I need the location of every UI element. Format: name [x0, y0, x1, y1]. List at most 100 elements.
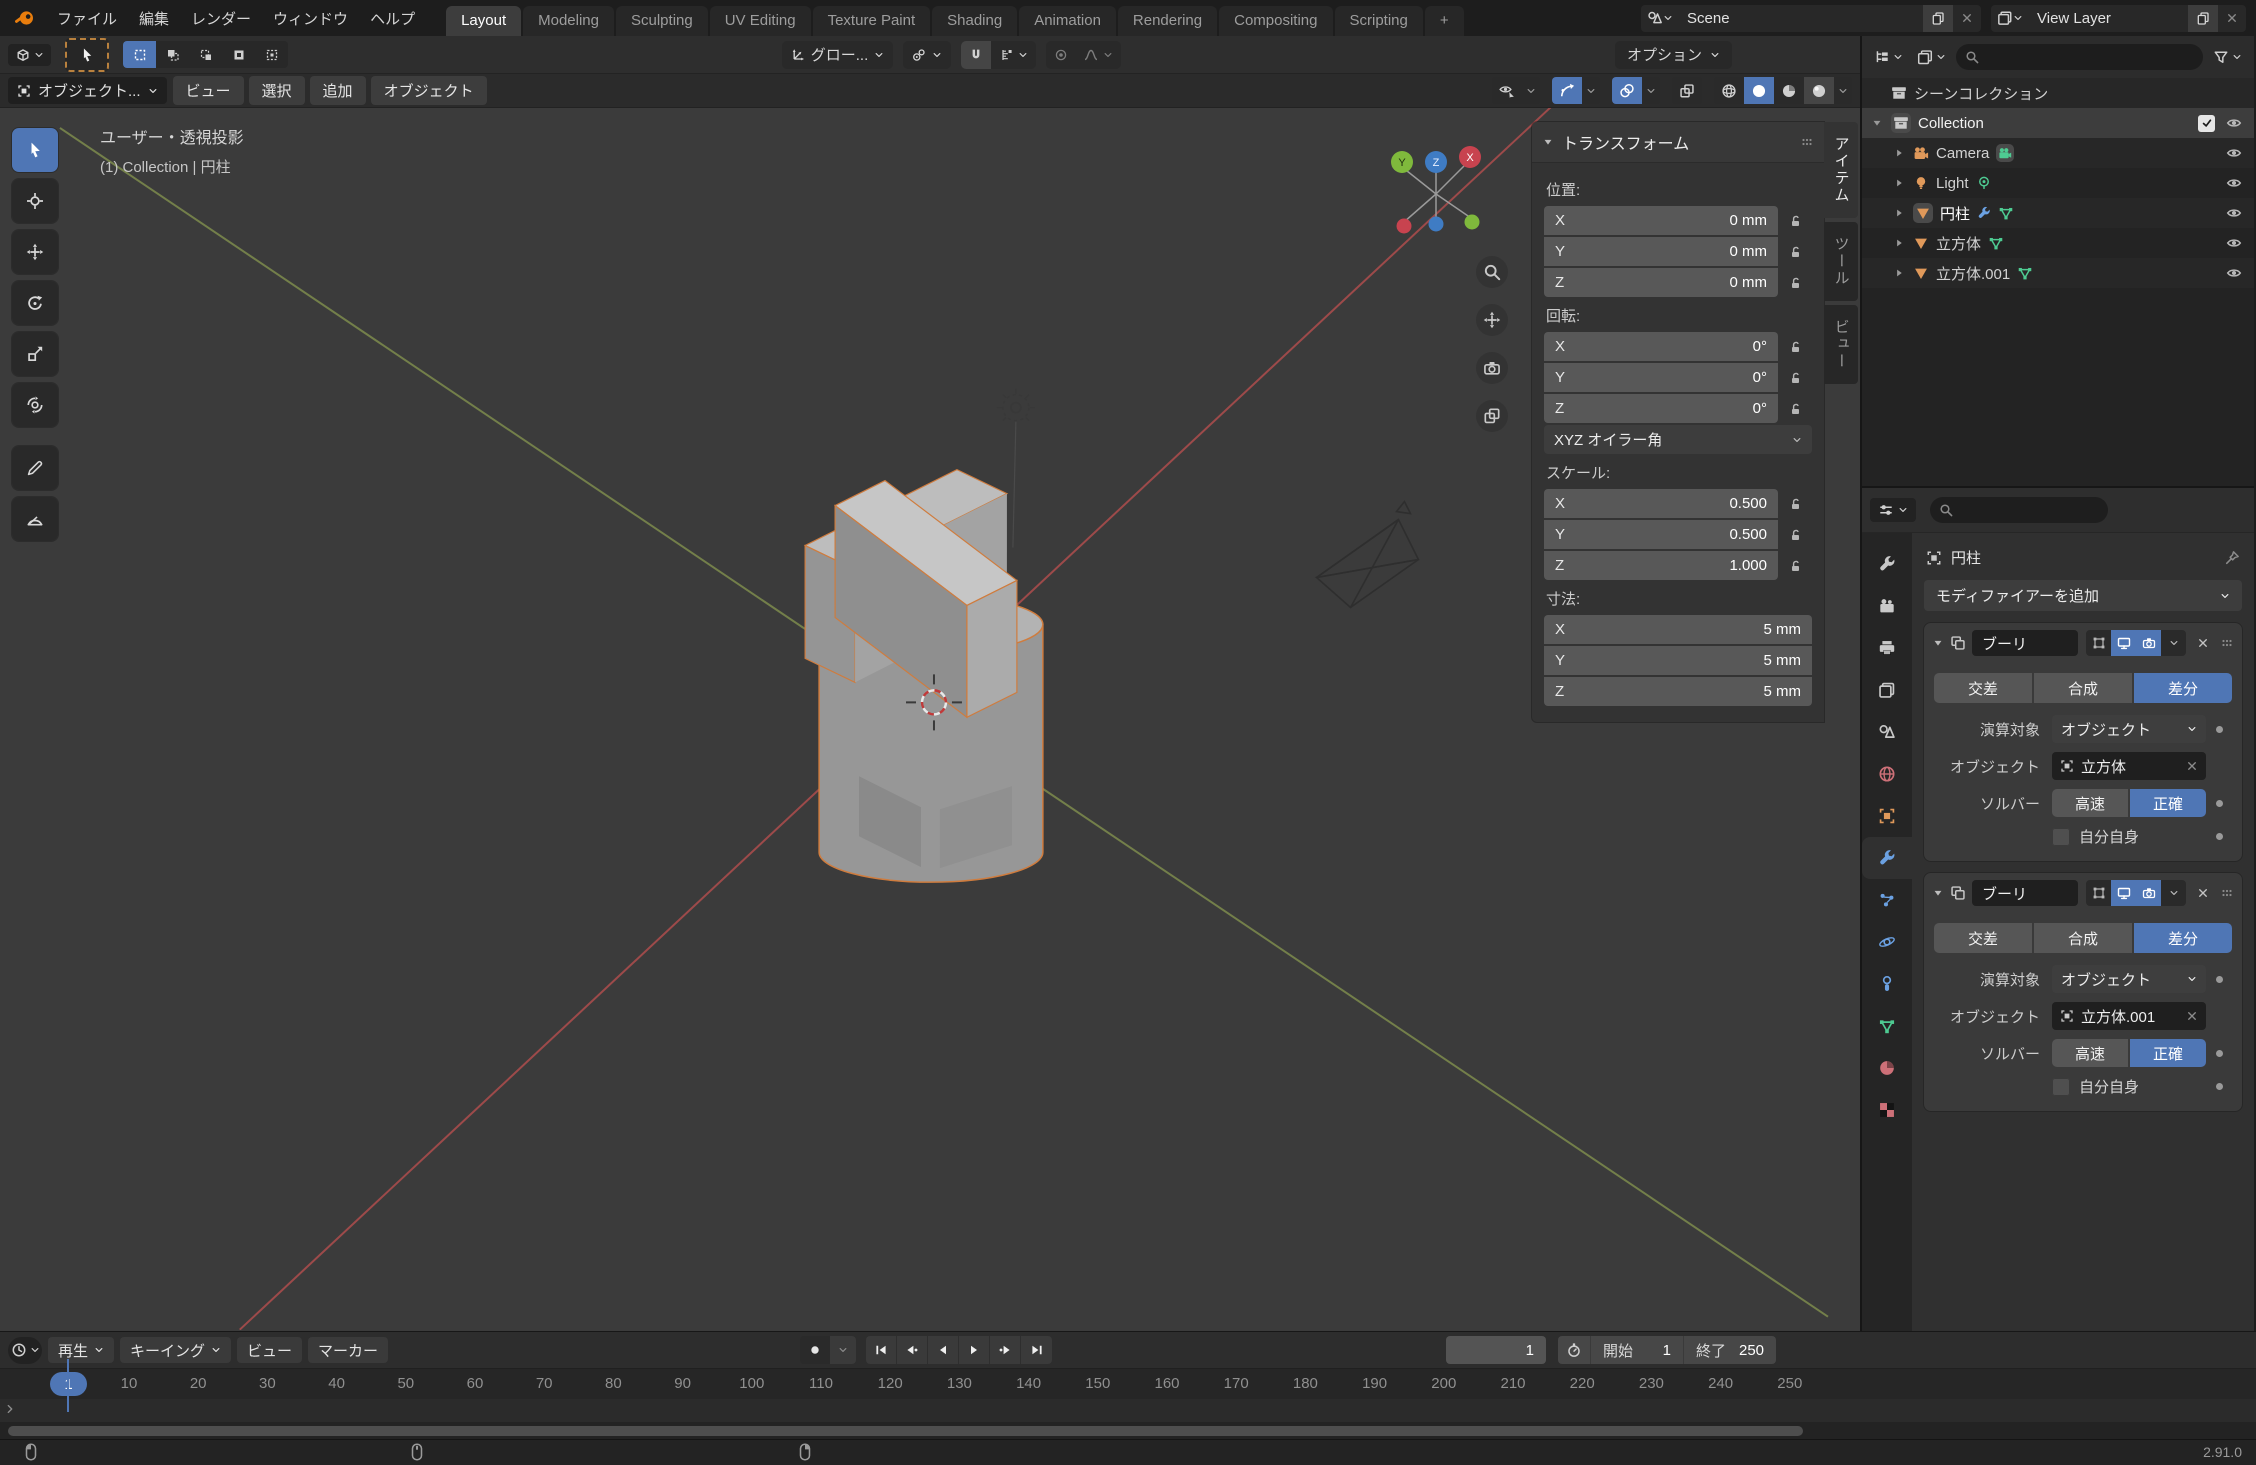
value-field[interactable]: Z 1.000: [1544, 551, 1778, 580]
current-frame-field[interactable]: 1: [1446, 1336, 1546, 1364]
rotation-mode-dropdown[interactable]: XYZ オイラー角: [1544, 425, 1812, 454]
view-layer-selector[interactable]: View Layer: [1991, 4, 2246, 32]
solver-exact-button[interactable]: 正確: [2130, 789, 2206, 817]
animate-dot[interactable]: [2215, 799, 2223, 807]
editor-type-selector[interactable]: [8, 43, 51, 66]
animate-dot[interactable]: [2215, 1049, 2223, 1057]
shading-chevron[interactable]: [1834, 77, 1852, 104]
tab-world[interactable]: [1862, 753, 1912, 795]
value-field[interactable]: Y0 mm: [1544, 237, 1778, 266]
shading-wireframe[interactable]: [1714, 77, 1744, 104]
remove-view-layer-button[interactable]: [2218, 5, 2246, 32]
clear-object-icon[interactable]: [2186, 760, 2198, 772]
drag-grip-icon[interactable]: [2220, 886, 2234, 900]
animate-dot[interactable]: [2215, 975, 2223, 983]
edit-mode-display-toggle[interactable]: [2086, 880, 2111, 906]
tab-texture[interactable]: [1862, 1089, 1912, 1131]
outliner-row-light[interactable]: Light: [1862, 168, 2254, 198]
eye-icon[interactable]: [2222, 145, 2246, 161]
animate-dot[interactable]: [2215, 833, 2223, 840]
play-button[interactable]: [959, 1336, 990, 1364]
tab-physics[interactable]: [1862, 921, 1912, 963]
menu-item[interactable]: ファイル: [46, 4, 128, 33]
value-field[interactable]: Y 0°: [1544, 363, 1778, 392]
modifier-extras-dropdown[interactable]: [2161, 880, 2186, 906]
tab-material[interactable]: [1862, 1047, 1912, 1089]
value-field[interactable]: X0 mm: [1544, 206, 1778, 235]
workspace-tab[interactable]: Rendering: [1117, 6, 1218, 36]
marker-menu[interactable]: マーカー: [308, 1337, 389, 1363]
next-keyframe-button[interactable]: [990, 1336, 1021, 1364]
scene-name[interactable]: Scene: [1679, 10, 1923, 27]
outliner-row-camera[interactable]: Camera: [1862, 138, 2254, 168]
scene-selector[interactable]: Scene: [1641, 4, 1981, 32]
tool-annotate[interactable]: [12, 446, 58, 490]
interaction-mode-dropdown[interactable]: オブジェクト...: [8, 77, 167, 104]
operation-union-button[interactable]: 合成: [2034, 923, 2132, 953]
perspective-toggle[interactable]: [1476, 400, 1508, 432]
outliner-row-cube[interactable]: 立方体: [1862, 228, 2254, 258]
outliner-row-scene-collection[interactable]: シーンコレクション: [1862, 78, 2254, 108]
lock-icon[interactable]: [1778, 371, 1812, 385]
workspace-tab[interactable]: Compositing: [1219, 6, 1333, 36]
viewport-menu-item[interactable]: 追加: [309, 76, 366, 105]
show-object-types-dropdown[interactable]: [1492, 77, 1522, 104]
workspace-tab[interactable]: Sculpting: [616, 6, 708, 36]
outliner-row-cylinder[interactable]: 円柱: [1862, 198, 2254, 228]
tab-particles[interactable]: [1862, 879, 1912, 921]
value-field[interactable]: Y 0.500: [1544, 520, 1778, 549]
timeline-track-area[interactable]: [0, 1399, 2256, 1422]
modifier-name-field[interactable]: ブーリ: [1972, 880, 2078, 906]
value-field[interactable]: Z0 mm: [1544, 268, 1778, 297]
lock-icon[interactable]: [1778, 245, 1812, 259]
outliner-display-mode-dropdown[interactable]: [1870, 46, 1907, 68]
eye-icon[interactable]: [2222, 115, 2246, 131]
sidebar-tab[interactable]: ツール: [1824, 222, 1858, 301]
drag-grip-icon[interactable]: [2220, 636, 2234, 650]
modifier-name-field[interactable]: ブーリ: [1972, 630, 2078, 656]
eye-icon[interactable]: [2222, 205, 2246, 221]
proportional-edit-toggle[interactable]: [1046, 41, 1076, 69]
keying-menu[interactable]: キーイング: [120, 1337, 232, 1363]
lock-icon[interactable]: [1778, 559, 1812, 573]
expand-caret-icon[interactable]: [1892, 147, 1906, 159]
viewport-menu-item[interactable]: 選択: [248, 76, 305, 105]
menu-item[interactable]: ウィンドウ: [262, 4, 359, 33]
modifier-extras-dropdown[interactable]: [2161, 630, 2186, 656]
lock-icon[interactable]: [1778, 214, 1812, 228]
sidebar-tab[interactable]: アイテム: [1824, 122, 1858, 218]
expand-caret-icon[interactable]: [1892, 237, 1906, 249]
proportional-falloff-dropdown[interactable]: [1076, 41, 1121, 69]
jump-to-end-button[interactable]: [1021, 1336, 1052, 1364]
show-gizmo-toggle[interactable]: [1552, 77, 1582, 104]
gizmo-chevron[interactable]: [1582, 77, 1600, 104]
solver-exact-button[interactable]: 正確: [2130, 1039, 2206, 1067]
animate-dot[interactable]: [2215, 1083, 2223, 1090]
self-intersection-checkbox[interactable]: [2052, 1077, 2070, 1096]
zoom-control[interactable]: [1476, 256, 1508, 288]
edit-mode-display-toggle[interactable]: [2086, 630, 2111, 656]
editor-type-selector[interactable]: [8, 1336, 42, 1364]
viewport-display-toggle[interactable]: [2111, 630, 2137, 656]
visibility-chevron[interactable]: [1522, 77, 1540, 104]
animate-dot[interactable]: [2215, 725, 2223, 733]
operation-intersect-button[interactable]: 交差: [1934, 673, 2032, 703]
shading-rendered[interactable]: [1804, 77, 1834, 104]
value-field[interactable]: X5 mm: [1544, 615, 1812, 644]
add-modifier-dropdown[interactable]: モディファイアーを追加: [1924, 580, 2242, 611]
tool-3d-cursor[interactable]: [12, 179, 58, 223]
eye-icon[interactable]: [2222, 175, 2246, 191]
playback-menu[interactable]: 再生: [48, 1337, 115, 1363]
lock-icon[interactable]: [1778, 276, 1812, 290]
show-overlays-toggle[interactable]: [1612, 77, 1642, 104]
active-tool-button[interactable]: [65, 37, 109, 72]
timeline-ruler[interactable]: 10 20 30 40 50 60 70 80 90 100 110 120 130 140 150 160 1…: [0, 1368, 2256, 1399]
collection-checkbox[interactable]: [2198, 114, 2215, 132]
camera-view-toggle[interactable]: [1476, 352, 1508, 384]
menu-item[interactable]: ヘルプ: [359, 4, 426, 33]
operation-intersect-button[interactable]: 交差: [1934, 923, 2032, 953]
eye-icon[interactable]: [2222, 235, 2246, 251]
eye-icon[interactable]: [2222, 265, 2246, 281]
outliner-search-input[interactable]: [1956, 44, 2203, 70]
snap-to-dropdown[interactable]: [991, 41, 1036, 69]
